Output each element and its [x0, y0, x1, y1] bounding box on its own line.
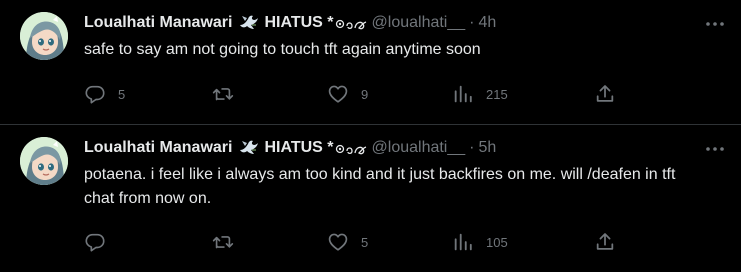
- timestamp[interactable]: 5h: [478, 137, 496, 159]
- views-count: 105: [486, 234, 508, 250]
- dove-icon: [238, 13, 260, 33]
- views-button[interactable]: 105: [452, 229, 508, 255]
- separator-dot: ·: [469, 139, 475, 156]
- display-name[interactable]: Loualhati Manawari: [84, 12, 232, 34]
- tweet[interactable]: Loualhati Manawari HIATUS * @loualhati__…: [0, 125, 741, 272]
- reply-button[interactable]: 5: [84, 81, 125, 107]
- share-button[interactable]: [594, 229, 616, 255]
- views-icon: [452, 231, 474, 253]
- like-count: 9: [361, 86, 369, 102]
- tweet-text: safe to say am not going to touch tft ag…: [84, 41, 481, 58]
- name-badge-text: HIATUS *: [264, 139, 334, 156]
- views-button[interactable]: 215: [452, 81, 508, 107]
- like-button[interactable]: 9: [327, 81, 368, 107]
- more-icon[interactable]: [703, 137, 727, 161]
- tweet-actions: 5 9 215: [84, 81, 624, 107]
- heart-icon: [327, 231, 349, 253]
- retweet-button[interactable]: [211, 81, 247, 107]
- timestamp[interactable]: 4h: [478, 12, 496, 34]
- handle[interactable]: @loualhati__: [372, 137, 466, 159]
- reply-button[interactable]: [84, 229, 118, 255]
- tweet-body: Loualhati Manawari HIATUS * @loualhati__…: [84, 12, 701, 62]
- like-button[interactable]: 5: [327, 229, 368, 255]
- swirl-deco-icon: [334, 139, 368, 157]
- tweet-body: Loualhati Manawari HIATUS * @loualhati__…: [84, 137, 701, 211]
- views-count: 215: [486, 86, 508, 102]
- avatar[interactable]: [20, 12, 68, 60]
- reply-count: 5: [118, 86, 126, 102]
- share-icon: [594, 83, 616, 105]
- retweet-button[interactable]: [211, 229, 247, 255]
- tweet[interactable]: Loualhati Manawari HIATUS * @loualhati__…: [0, 0, 741, 124]
- display-name[interactable]: Loualhati Manawari: [84, 137, 232, 159]
- more-icon[interactable]: [703, 12, 727, 36]
- tweet-header: Loualhati Manawari HIATUS * @loualhati__…: [84, 12, 701, 34]
- handle[interactable]: @loualhati__: [372, 12, 466, 34]
- share-button[interactable]: [594, 81, 616, 107]
- tweet-text: potaena. i feel like i always am too kin…: [84, 166, 676, 207]
- like-count: 5: [361, 234, 369, 250]
- retweet-icon: [211, 231, 235, 253]
- dove-icon: [238, 138, 260, 158]
- share-icon: [594, 231, 616, 253]
- heart-icon: [327, 83, 349, 105]
- reply-icon: [84, 83, 106, 105]
- timeline-feed: Loualhati Manawari HIATUS * @loualhati__…: [0, 0, 741, 272]
- swirl-deco-icon: [334, 14, 368, 32]
- separator-dot: ·: [469, 14, 475, 31]
- tweet-actions: 5 105: [84, 229, 624, 255]
- views-icon: [452, 83, 474, 105]
- retweet-icon: [211, 83, 235, 105]
- name-badge-text: HIATUS *: [264, 14, 334, 31]
- tweet-header: Loualhati Manawari HIATUS * @loualhati__…: [84, 137, 701, 159]
- avatar[interactable]: [20, 137, 68, 185]
- reply-icon: [84, 231, 106, 253]
